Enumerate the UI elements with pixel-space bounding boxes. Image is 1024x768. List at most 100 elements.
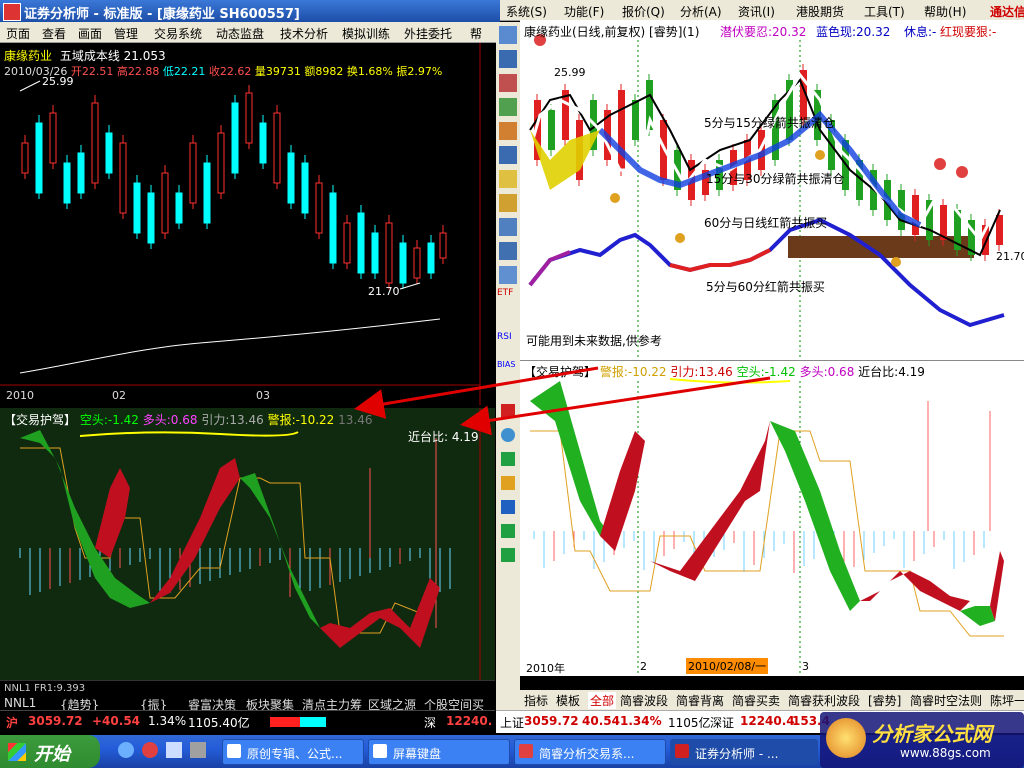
rtab-shikong[interactable]: 简睿时空法则 <box>910 692 982 709</box>
r-duo: 多头:0.68 <box>799 365 855 379</box>
market-sz: 深 <box>424 716 437 730</box>
left-window-titlebar[interactable]: 证券分析师 - 标准版 - [康缘药业 SH600557] <box>0 0 500 22</box>
toolbar-icon-8[interactable] <box>499 194 517 212</box>
left-price-chart[interactable]: 康缘药业 五域成本线 21.053 2010/03/26 开22.51 高22.… <box>0 43 495 405</box>
rtab-quanbu[interactable]: 全部 <box>588 692 617 709</box>
rtab-chenping[interactable]: 陈坪一 <box>990 692 1024 709</box>
right-chart-title: 康缘药业(日线,前复权) [睿势](1) <box>524 23 699 40</box>
menu-item-trade-system[interactable]: 交易系统 <box>154 25 202 42</box>
menu-item-screen[interactable]: 画面 <box>78 25 102 42</box>
toolbar-icon-5[interactable] <box>499 122 517 140</box>
arrow-down-icon[interactable] <box>501 548 515 562</box>
rtab-ruishi[interactable]: [睿势] <box>868 692 901 709</box>
stock-name: 康缘药业 <box>4 49 53 63</box>
arrow-right-icon[interactable] <box>501 452 515 466</box>
rmenu-info[interactable]: 资讯(I) <box>738 3 775 20</box>
menu-item-tech-analysis[interactable]: 技术分析 <box>280 25 328 42</box>
r-sz-label: 深证 <box>710 716 735 730</box>
task-jianrui[interactable]: 简睿分析交易系... <box>514 739 666 765</box>
sh-pct: 1.34% <box>148 714 187 728</box>
rtab-maimai[interactable]: 简睿买卖 <box>732 692 780 709</box>
duo-value: 多头:0.68 <box>142 413 198 427</box>
quicklaunch-desktop-icon[interactable] <box>166 742 182 758</box>
quicklaunch-misc-icon[interactable] <box>190 742 206 758</box>
right-price-high: 25.99 <box>554 66 586 79</box>
pencil-icon[interactable] <box>501 476 515 490</box>
left-menubar: 页面 查看 画面 管理 交易系统 动态监盘 技术分析 模拟训练 外挂委托 帮 <box>0 22 500 43</box>
turnover-value: 换1.68% <box>346 65 393 78</box>
toolbar-icon-7[interactable] <box>499 170 517 188</box>
jingbao-value: 警报:-10.22 <box>267 413 335 427</box>
sh-change: +40.54 <box>92 714 141 728</box>
task-yuanchuang[interactable]: 原创专辑、公式... <box>222 739 364 765</box>
rmenu-hk-futures[interactable]: 港股期货 <box>796 3 844 20</box>
menu-item-plugin[interactable]: 外挂委托 <box>404 25 452 42</box>
toolbar-icon-2[interactable] <box>499 50 517 68</box>
toolbar-icon-9[interactable] <box>499 218 517 236</box>
rtab-boduan[interactable]: 简睿波段 <box>620 692 668 709</box>
amplitude-value: 振2.97% <box>396 65 443 78</box>
lanse-label: 蓝色现:20.32 <box>816 25 891 39</box>
toolbar-icon-4[interactable] <box>499 98 517 116</box>
app-icon <box>675 744 689 758</box>
toolbar-icon-11[interactable] <box>499 266 517 284</box>
rtab-zhibiao[interactable]: 指标 <box>524 692 548 709</box>
menu-item-page[interactable]: 页面 <box>6 25 30 42</box>
menu-item-monitor[interactable]: 动态监盘 <box>216 25 264 42</box>
task-zhengquan[interactable]: 证券分析师 - ... <box>670 739 818 765</box>
right-chart-extra: [睿势](1) <box>649 25 700 39</box>
left-indicator-panel[interactable]: 【交易护驾】 空头:-1.42 多头:0.68 引力:13.46 警报:-10.… <box>0 408 495 680</box>
r-sz-val: 12240.4 <box>740 714 795 728</box>
rmenu-tools[interactable]: 工具(T) <box>864 3 905 20</box>
right-price-chart[interactable]: 康缘药业(日线,前复权) [睿势](1) 潜伏要忍:20.32 蓝色现:20.3… <box>520 20 1024 360</box>
right-menubar: 系统(S) 功能(F) 报价(Q) 分析(A) 资讯(I) 港股期货 工具(T)… <box>500 0 1024 21</box>
rmenu-analysis[interactable]: 分析(A) <box>680 3 722 20</box>
menu-item-view[interactable]: 查看 <box>42 25 66 42</box>
r-jintai: 近台比:4.19 <box>858 365 925 379</box>
rmenu-function[interactable]: 功能(F) <box>564 3 604 20</box>
quicklaunch-ie-icon[interactable] <box>118 742 134 758</box>
right-price-svg <box>520 20 1024 360</box>
tab-nnl1[interactable]: NNL1 <box>4 696 36 710</box>
toolbar-label-rsi[interactable]: RSI <box>497 332 512 342</box>
rtab-beili[interactable]: 简睿背离 <box>676 692 724 709</box>
toolbar-icon-3[interactable] <box>499 74 517 92</box>
app-icon <box>519 744 533 758</box>
toolbar-label-bias[interactable]: BIAS <box>497 360 515 369</box>
rtab-muban[interactable]: 模板 <box>556 692 580 709</box>
dollar-icon[interactable] <box>501 404 515 418</box>
x-label-2010: 2010 <box>6 389 34 402</box>
price-high-label: 25.99 <box>42 75 74 88</box>
disclaimer-text: 可能用到未来数据,供参考 <box>526 334 662 348</box>
toolbar-icon-6[interactable] <box>499 146 517 164</box>
close-value: 收22.62 <box>208 65 252 78</box>
rmenu-quote[interactable]: 报价(Q) <box>622 3 665 20</box>
toolbar-label-etf[interactable]: ETF <box>497 288 513 298</box>
task-keyboard[interactable]: 屏幕键盘 <box>368 739 510 765</box>
toolbar-icon-1[interactable] <box>499 26 517 44</box>
market-sh: 沪 <box>6 716 19 730</box>
rtab-huoli[interactable]: 简睿获利波段 <box>788 692 860 709</box>
bottom-info: NNL1 FR1:9.393 <box>4 683 86 694</box>
breadth-bar <box>270 717 326 727</box>
start-button[interactable]: 开始 <box>0 735 100 768</box>
right-bottom-tabs: 指标 模板 全部 简睿波段 简睿背离 简睿买卖 简睿获利波段 [睿势] 简睿时空… <box>520 690 1024 710</box>
move-icon[interactable] <box>501 500 515 514</box>
menu-item-simulation[interactable]: 模拟训练 <box>342 25 390 42</box>
rmenu-help[interactable]: 帮助(H) <box>924 3 966 20</box>
r-sh-chg: 40.54 <box>582 714 620 728</box>
rmenu-system[interactable]: 系统(S) <box>506 3 547 20</box>
search-icon[interactable] <box>501 428 515 442</box>
right-indicator-panel[interactable]: 【交易护驾】 警报:-10.22 引力:13.46 空头:-1.42 多头:0.… <box>520 360 1024 676</box>
volume-value: 量39731 <box>254 65 301 78</box>
menu-item-manage[interactable]: 管理 <box>114 25 138 42</box>
toolbar-icon-10[interactable] <box>499 242 517 260</box>
menu-item-help[interactable]: 帮 <box>470 25 482 42</box>
flower-logo-icon <box>826 718 866 758</box>
quicklaunch-app-icon[interactable] <box>142 742 158 758</box>
arrow-up-icon[interactable] <box>501 524 515 538</box>
qianfu-label: 潜伏要忍:20.32 <box>720 25 807 39</box>
start-label: 开始 <box>34 744 70 765</box>
x-label-03: 03 <box>256 389 270 402</box>
task-label: 屏幕键盘 <box>393 747 442 761</box>
